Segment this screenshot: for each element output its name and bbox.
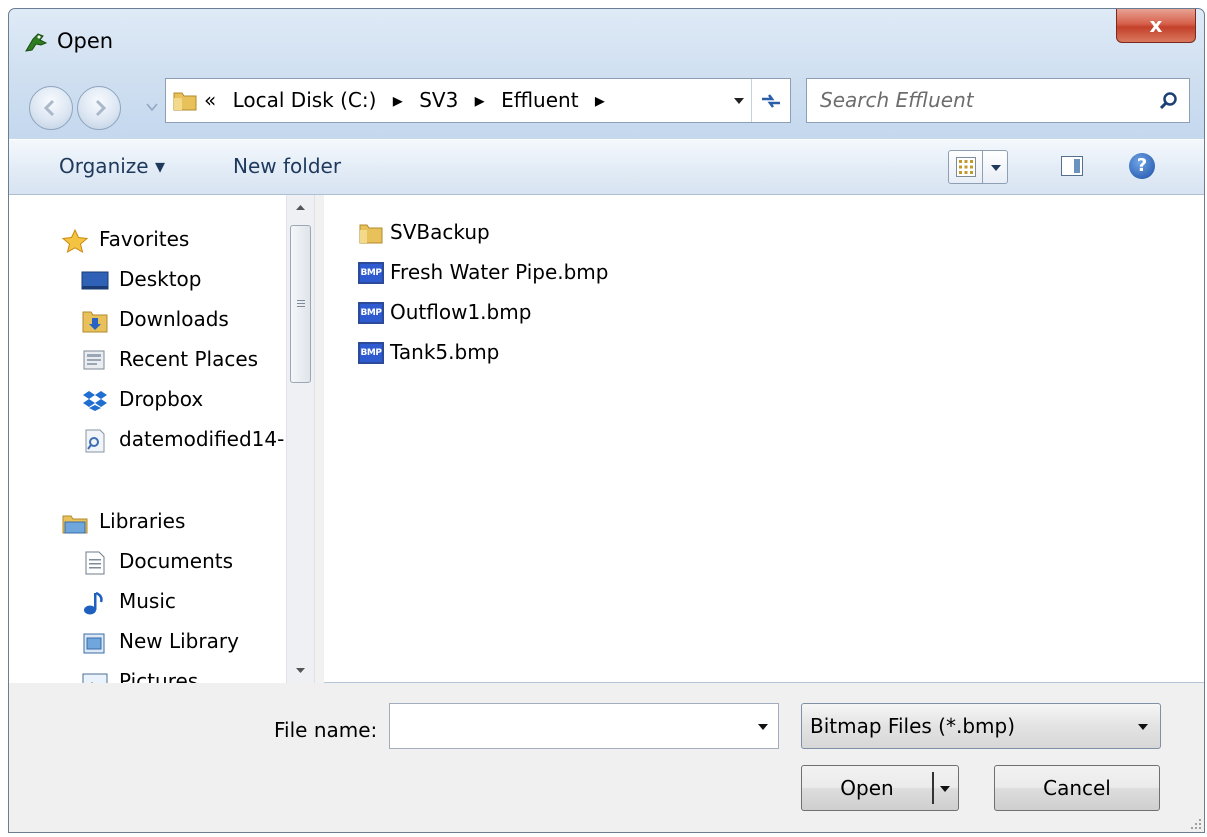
open-dialog: Open x « Local Disk (C:) ▸ SV3 ▸ Effluen… [8, 8, 1205, 833]
preview-pane-icon[interactable] [1061, 156, 1083, 176]
cancel-button[interactable]: Cancel [994, 765, 1160, 811]
nav-label: Documents [119, 549, 234, 573]
nav-label: New Library [119, 629, 239, 653]
open-button-label: Open [840, 776, 894, 800]
library-icon [83, 633, 105, 654]
documents-icon [85, 551, 105, 575]
search-placeholder: Search Effluent [820, 88, 974, 112]
refresh-button[interactable] [751, 79, 790, 122]
frog-app-icon [25, 33, 48, 52]
dropbox-icon [83, 391, 107, 411]
file-type-dropdown-icon [1138, 724, 1148, 730]
bmp-file-icon: BMP [358, 302, 384, 324]
nav-label: datemodified14- [119, 427, 285, 451]
search-folder-icon [85, 429, 105, 453]
view-dropdown-icon[interactable] [989, 163, 1003, 173]
nav-label: Favorites [99, 227, 190, 251]
breadcrumb-sv3[interactable]: SV3 [419, 88, 458, 112]
resize-grip-icon[interactable] [1188, 816, 1202, 830]
forward-button[interactable] [77, 86, 121, 130]
address-dropdown-icon[interactable] [732, 94, 746, 108]
search-icon[interactable] [1159, 91, 1179, 111]
nav-label: Recent Places [119, 347, 259, 371]
organize-button[interactable]: Organize ▾ [59, 154, 165, 178]
new-folder-button[interactable]: New folder [233, 154, 341, 178]
file-name: Fresh Water Pipe.bmp [390, 260, 609, 284]
file-name: SVBackup [390, 220, 490, 244]
breadcrumb-separator[interactable]: ▸ [475, 88, 485, 112]
file-name: Outflow1.bmp [390, 300, 532, 324]
file-type-select[interactable]: Bitmap Files (*.bmp) [801, 703, 1161, 749]
search-input[interactable]: Search Effluent [806, 78, 1190, 123]
nav-pane-scrollbar[interactable] [286, 195, 314, 683]
address-bar[interactable]: « Local Disk (C:) ▸ SV3 ▸ Effluent ▸ [165, 78, 791, 123]
desktop-icon [81, 271, 109, 290]
title-bar[interactable]: Open x [9, 9, 1204, 79]
pictures-icon [82, 673, 108, 683]
star-icon [61, 228, 89, 254]
nav-label: Desktop [119, 267, 202, 291]
open-split-divider [932, 772, 934, 804]
folder-icon [359, 224, 383, 244]
change-view-button[interactable] [948, 150, 1008, 184]
file-name-field[interactable] [389, 703, 779, 749]
nav-label: Music [119, 589, 176, 613]
file-type-value: Bitmap Files (*.bmp) [810, 714, 1015, 738]
toolbar: Organize ▾ New folder ? [9, 139, 1204, 195]
footer-panel: File name: Bitmap Files (*.bmp) Open Can… [9, 683, 1204, 832]
close-button[interactable]: x [1116, 9, 1196, 43]
nav-label: Libraries [99, 509, 186, 533]
breadcrumb-local-disk[interactable]: Local Disk (C:) [233, 88, 377, 112]
navigation-pane: Favorites Desktop Downloads Recent Place… [9, 195, 314, 683]
breadcrumb-separator[interactable]: ▸ [393, 88, 403, 112]
open-options-chevron-icon[interactable] [938, 784, 952, 794]
downloads-folder-icon [82, 311, 108, 333]
bmp-file-icon: BMP [358, 262, 384, 284]
nav-label: Dropbox [119, 387, 204, 411]
bmp-file-icon: BMP [358, 342, 384, 364]
recent-pages-chevron-icon[interactable] [145, 100, 159, 114]
breadcrumb: « Local Disk (C:) ▸ SV3 ▸ Effluent ▸ [204, 88, 615, 112]
file-name: Tank5.bmp [390, 340, 500, 364]
folder-icon [173, 92, 197, 111]
view-grid-icon [956, 157, 976, 177]
breadcrumb-overflow[interactable]: « [204, 88, 216, 112]
back-button[interactable] [29, 86, 73, 130]
music-note-icon [84, 591, 103, 615]
nav-label: Downloads [119, 307, 229, 331]
file-name-dropdown-icon[interactable] [756, 722, 770, 732]
scrollbar-grip [297, 300, 305, 301]
view-button-divider [982, 151, 983, 183]
scroll-up-arrow-icon[interactable] [287, 195, 314, 219]
open-button[interactable]: Open [801, 765, 959, 811]
pane-splitter[interactable] [314, 195, 324, 683]
refresh-icon [762, 93, 780, 108]
navigation-buttons [29, 84, 165, 132]
content-area: Favorites Desktop Downloads Recent Place… [9, 195, 1204, 683]
file-name-label: File name: [274, 718, 378, 742]
window-title: Open [57, 29, 114, 53]
breadcrumb-effluent[interactable]: Effluent [501, 88, 578, 112]
nav-label: Pictures [119, 669, 199, 683]
scrollbar-thumb[interactable] [290, 225, 311, 383]
breadcrumb-separator[interactable]: ▸ [595, 88, 605, 112]
back-arrow-icon [43, 99, 55, 117]
recent-places-icon [83, 350, 105, 370]
libraries-icon [62, 515, 88, 534]
help-icon[interactable]: ? [1129, 153, 1155, 179]
scroll-down-arrow-icon[interactable] [287, 659, 314, 683]
forward-arrow-icon [95, 99, 107, 117]
file-list: SVBackup BMP Fresh Water Pipe.bmp BMP Ou… [324, 195, 1204, 683]
